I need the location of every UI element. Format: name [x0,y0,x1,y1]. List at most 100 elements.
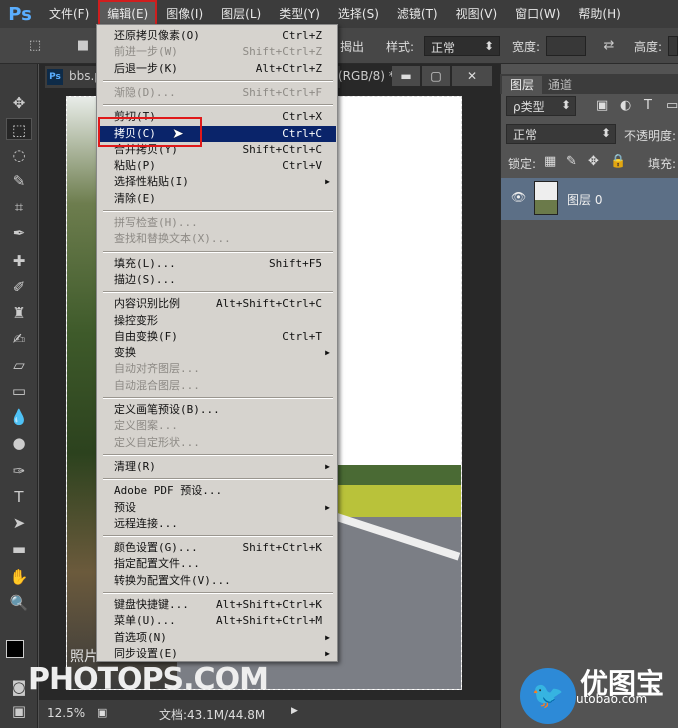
path-select-icon[interactable]: ➤ [6,512,32,534]
edit-menu-item[interactable]: 同步设置(E) ▶ [100,646,336,662]
style-select[interactable]: 正常 ⬍ [424,36,500,56]
edit-menu-item[interactable]: 指定配置文件... [100,556,336,572]
edit-menu-item[interactable]: 清除(E) [100,191,336,207]
edit-menu-item[interactable]: Adobe PDF 预设... [100,483,336,499]
history-brush-icon[interactable]: ✍ [6,328,32,350]
healing-tool-icon[interactable]: ✚ [6,250,32,272]
edit-menu-item[interactable]: 清理(R) ▶ [100,459,336,475]
menu-item-label: 内容识别比例 [114,297,180,311]
menu-item-label: 自动对齐图层... [114,362,200,376]
menu-item-label: 清除(E) [114,191,156,205]
edit-menu-item[interactable]: 自由变换(F) Ctrl+T [100,329,336,345]
eyedropper-tool-icon[interactable]: ✒ [6,222,32,244]
edit-menu-item[interactable]: 填充(L)... Shift+F5 [100,256,336,272]
edit-menu-item[interactable]: 描边(S)... [100,272,336,288]
edit-menu-item[interactable]: 选择性粘贴(I) ▶ [100,174,336,190]
lasso-tool-icon[interactable]: ◌ [6,144,32,166]
marquee-options-icon[interactable]: ⬚ [22,35,48,57]
menu-separator [103,210,333,212]
new-selection-icon[interactable]: ■ [70,35,96,57]
lock-all-icon[interactable]: 🔒 [610,154,626,169]
submenu-arrow-icon: ▶ [325,348,330,358]
lock-pixels-icon[interactable]: ✎ [566,154,577,169]
menu-item-shortcut: Alt+Shift+Ctrl+C [216,297,322,311]
menu-window[interactable]: 窗口(W) [506,0,569,28]
lock-transparent-icon[interactable]: ▦ [544,154,556,169]
pen-tool-icon[interactable]: ✑ [6,460,32,482]
dodge-tool-icon[interactable]: ● [6,432,32,454]
height-input[interactable] [668,36,678,56]
status-bar: 12.5% ▣ 文档:43.1M/44.8M ▶ [39,700,500,728]
menu-help[interactable]: 帮助(H) [569,0,629,28]
blend-mode-select[interactable]: 正常 ⬍ [506,124,616,144]
hand-tool-icon[interactable]: ✋ [6,566,32,588]
layer-kind-filter[interactable]: ρ类型 ⬍ [506,96,576,116]
menu-item-label: 转换为配置文件(V)... [114,573,231,587]
edit-menu-item[interactable]: 后退一步(K) Alt+Ctrl+Z [100,61,336,77]
edit-menu-item: 渐隐(D)... Shift+Ctrl+F [100,85,336,101]
foreground-color-swatch[interactable] [6,640,24,658]
edit-menu-item: 前进一步(W) Shift+Ctrl+Z [100,44,336,60]
menu-separator [103,250,333,253]
edit-menu-item[interactable]: 预设 ▶ [100,500,336,516]
brush-tool-icon[interactable]: ✐ [6,276,32,298]
edit-menu-item[interactable]: 操控变形 [100,313,336,329]
edit-menu-item[interactable]: 粘贴(P) Ctrl+V [100,158,336,174]
maximize-icon[interactable]: ▢ [422,66,450,86]
eye-icon[interactable]: 👁 [511,190,526,204]
blur-tool-icon[interactable]: 💧 [6,406,32,428]
zoom-tool-icon[interactable]: 🔍 [6,592,32,614]
submenu-arrow-icon: ▶ [325,461,330,471]
layer-name[interactable]: 图层 0 [567,191,602,208]
menu-item-label: 菜单(U)... [114,614,176,628]
edit-menu-item[interactable]: 远程连接... [100,516,336,532]
edit-menu-item[interactable]: 首选项(N) ▶ [100,630,336,646]
menu-file[interactable]: 文件(F) [40,0,98,28]
edit-menu-item[interactable]: 变换 ▶ [100,345,336,361]
edit-menu-item[interactable]: 颜色设置(G)... Shift+Ctrl+K [100,540,336,556]
shape-tool-icon[interactable]: ▬ [6,538,32,560]
tab-layers[interactable]: 图层 [502,76,543,94]
edit-menu-item[interactable]: 内容识别比例 Alt+Shift+Ctrl+C [100,296,336,312]
menu-item-shortcut: Ctrl+T [282,329,322,343]
edit-menu-item[interactable]: 键盘快捷键... Alt+Shift+Ctrl+K [100,597,336,613]
edit-menu-item[interactable]: 菜单(U)... Alt+Shift+Ctrl+M [100,613,336,629]
marquee-tool-icon[interactable]: ⬚ [6,118,32,140]
move-tool-icon[interactable]: ✥ [6,92,32,114]
status-arrow-icon[interactable]: ▶ [291,706,298,716]
screen-mode-icon[interactable]: ▣ [6,700,32,722]
shape-filter-icon[interactable]: ▭ [666,98,678,113]
menu-separator [103,397,333,399]
quick-select-tool-icon[interactable]: ✎ [6,170,32,192]
eraser-tool-icon[interactable]: ▱ [6,354,32,376]
edit-menu-item[interactable]: 还原拷贝像素(O) Ctrl+Z [100,28,336,44]
menu-item-label: 远程连接... [114,516,178,530]
zoom-level[interactable]: 12.5% [47,706,85,720]
menu-item-shortcut: Alt+Shift+Ctrl+M [216,614,322,628]
menu-item-label: 键盘快捷键... [114,598,189,611]
gradient-tool-icon[interactable]: ▭ [6,380,32,402]
image-filter-icon[interactable]: ▣ [596,98,608,113]
photoshop-logo: Ps [8,3,32,25]
type-filter-icon[interactable]: T [644,98,652,113]
menu-item-label: 自由变换(F) [114,329,178,343]
menu-item-shortcut: Alt+Ctrl+Z [255,61,322,75]
stamp-tool-icon[interactable]: ♜ [6,302,32,324]
minimize-icon[interactable]: ▬ [392,66,420,86]
edit-menu-item[interactable]: 转换为配置文件(V)... [100,573,336,589]
width-label: 宽度: [512,40,541,54]
tab-channels[interactable]: 通道 [540,76,580,94]
adjust-filter-icon[interactable]: ◐ [620,98,631,113]
type-tool-icon[interactable]: T [6,486,32,508]
crop-tool-icon[interactable]: ⌗ [6,196,32,218]
fill-label: 填充: [648,157,677,171]
edit-menu-item[interactable]: 定义画笔预设(B)... [100,402,336,418]
close-icon[interactable]: ✕ [452,66,492,86]
menu-filter[interactable]: 滤镜(T) [388,0,447,28]
menu-view[interactable]: 视图(V) [447,0,507,28]
swap-icon[interactable]: ⇄ [596,35,622,57]
menu-item-shortcut: Ctrl+X [282,110,322,124]
layer-row[interactable]: 👁 图层 0 [501,178,678,220]
lock-position-icon[interactable]: ✥ [588,154,599,169]
width-input[interactable] [546,36,586,56]
